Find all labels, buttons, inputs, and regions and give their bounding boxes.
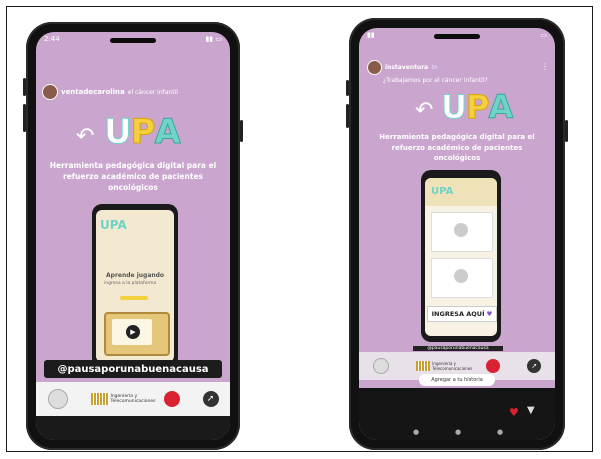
- handle-tag[interactable]: @pausaporunabuenacausa: [44, 360, 222, 378]
- right-phone: ▮▮ ▭ instaventura 1h ⋮ ¿Trabajamos por e…: [349, 18, 565, 450]
- bottom-bar-right: ♥ ▼ ● ● ●: [359, 388, 555, 440]
- more-options-icon[interactable]: ⋮: [541, 62, 549, 71]
- card-2[interactable]: [431, 258, 493, 298]
- avatar-right[interactable]: [367, 60, 382, 75]
- seal-logo: [47, 389, 68, 409]
- avatar[interactable]: [42, 84, 58, 100]
- footer-label-right: Ingeniería y Telecomunicaciones: [432, 361, 473, 371]
- tv-illustration: ▶: [104, 312, 170, 356]
- add-to-story-button[interactable]: Agregar a tu historia: [419, 374, 495, 386]
- story-header-right: instaventura 1h: [367, 60, 438, 75]
- building-icon-right: [416, 361, 431, 371]
- left-phone-screen: 2:44 ▮▮ ▭ ventadecarolina el cáncer infa…: [36, 32, 230, 440]
- building-icon: [90, 393, 109, 405]
- battery-icon: ▮▮ ▭: [205, 35, 222, 43]
- inner-phone-mockup: UPA Aprende jugando ingresa a la platafo…: [92, 204, 178, 368]
- time-ago: 1h: [431, 64, 438, 71]
- inner-header: UPA: [425, 178, 497, 206]
- ingresa-button[interactable]: INGRESA AQUÍ ♥: [427, 306, 497, 322]
- curved-arrow-icon-right: ↶: [415, 98, 434, 123]
- red-brand-logo: [163, 391, 180, 407]
- reply-text-right: ¿Trabajamos por el cáncer infantil?: [383, 77, 488, 84]
- battery-icon-right: ▭: [540, 31, 547, 39]
- inner-phone-screen-right: UPA INGRESA AQUÍ ♥: [425, 178, 497, 336]
- status-time: 2:44: [44, 35, 60, 43]
- right-phone-screen: ▮▮ ▭ instaventura 1h ⋮ ¿Trabajamos por e…: [359, 28, 555, 440]
- nav-recent-icon[interactable]: ●: [497, 428, 503, 436]
- camera-notch: [110, 38, 156, 43]
- send-icon[interactable]: ➚: [202, 391, 219, 407]
- card-icon-1: [454, 223, 468, 237]
- curved-arrow-icon: ↶: [76, 124, 95, 149]
- university-logo-right: Ingeniería y Telecomunicaciones: [416, 361, 473, 371]
- inner-handle: @pausaporunabuenacausa: [413, 346, 503, 351]
- purple-heart-icon: ♥: [486, 310, 493, 318]
- heart-icon[interactable]: ♥: [509, 406, 519, 419]
- university-logo: Ingeniería y Telecomunicaciones: [90, 393, 156, 405]
- seal-logo-right: [372, 358, 389, 374]
- inner-upa-logo: UPA: [100, 218, 127, 232]
- bottom-bar: [36, 416, 230, 440]
- inner-upa-logo-right: UPA: [431, 186, 454, 197]
- signal-icon: ▮▮: [367, 31, 375, 39]
- filter-icon[interactable]: ▼: [527, 405, 535, 416]
- card-icon-2: [454, 269, 468, 283]
- footer-logos: Ingeniería y Telecomunicaciones ➚: [36, 382, 230, 416]
- power-button: [240, 120, 243, 142]
- play-icon[interactable]: ▶: [126, 325, 140, 339]
- inner-subtitle: ingresa a la plataforma: [104, 281, 157, 286]
- red-brand-logo-right: [485, 359, 500, 373]
- send-icon-right[interactable]: ➚: [527, 359, 542, 373]
- footer-label: Ingeniería y Telecomunicaciones: [110, 394, 156, 404]
- inner-title: Aprende jugando: [106, 272, 165, 279]
- power-button-right: [565, 120, 568, 142]
- tagline: Herramienta pedagógica digital para el r…: [49, 161, 217, 192]
- nav-home-icon[interactable]: ●: [455, 428, 461, 436]
- upa-logo: UPA: [104, 112, 182, 153]
- inner-phone-mockup-right: UPA INGRESA AQUÍ ♥: [421, 170, 501, 342]
- username[interactable]: ventadecarolina: [61, 88, 125, 96]
- camera-notch-right: [434, 34, 480, 39]
- card-1[interactable]: [431, 212, 493, 252]
- left-phone: 2:44 ▮▮ ▭ ventadecarolina el cáncer infa…: [26, 22, 240, 450]
- username-right[interactable]: instaventura: [385, 64, 428, 71]
- nav-back-icon[interactable]: ●: [413, 428, 419, 436]
- inner-phone-screen: UPA Aprende jugando ingresa a la platafo…: [96, 210, 174, 362]
- cta-label: INGRESA AQUÍ: [431, 310, 485, 318]
- reply-text: el cáncer infantil: [127, 88, 178, 96]
- inner-button: [120, 296, 148, 300]
- story-header: ventadecarolina el cáncer infantil: [42, 84, 178, 100]
- upa-logo-right: UPA: [441, 88, 514, 127]
- tagline-right: Herramienta pedagógica digital para el r…: [379, 133, 535, 162]
